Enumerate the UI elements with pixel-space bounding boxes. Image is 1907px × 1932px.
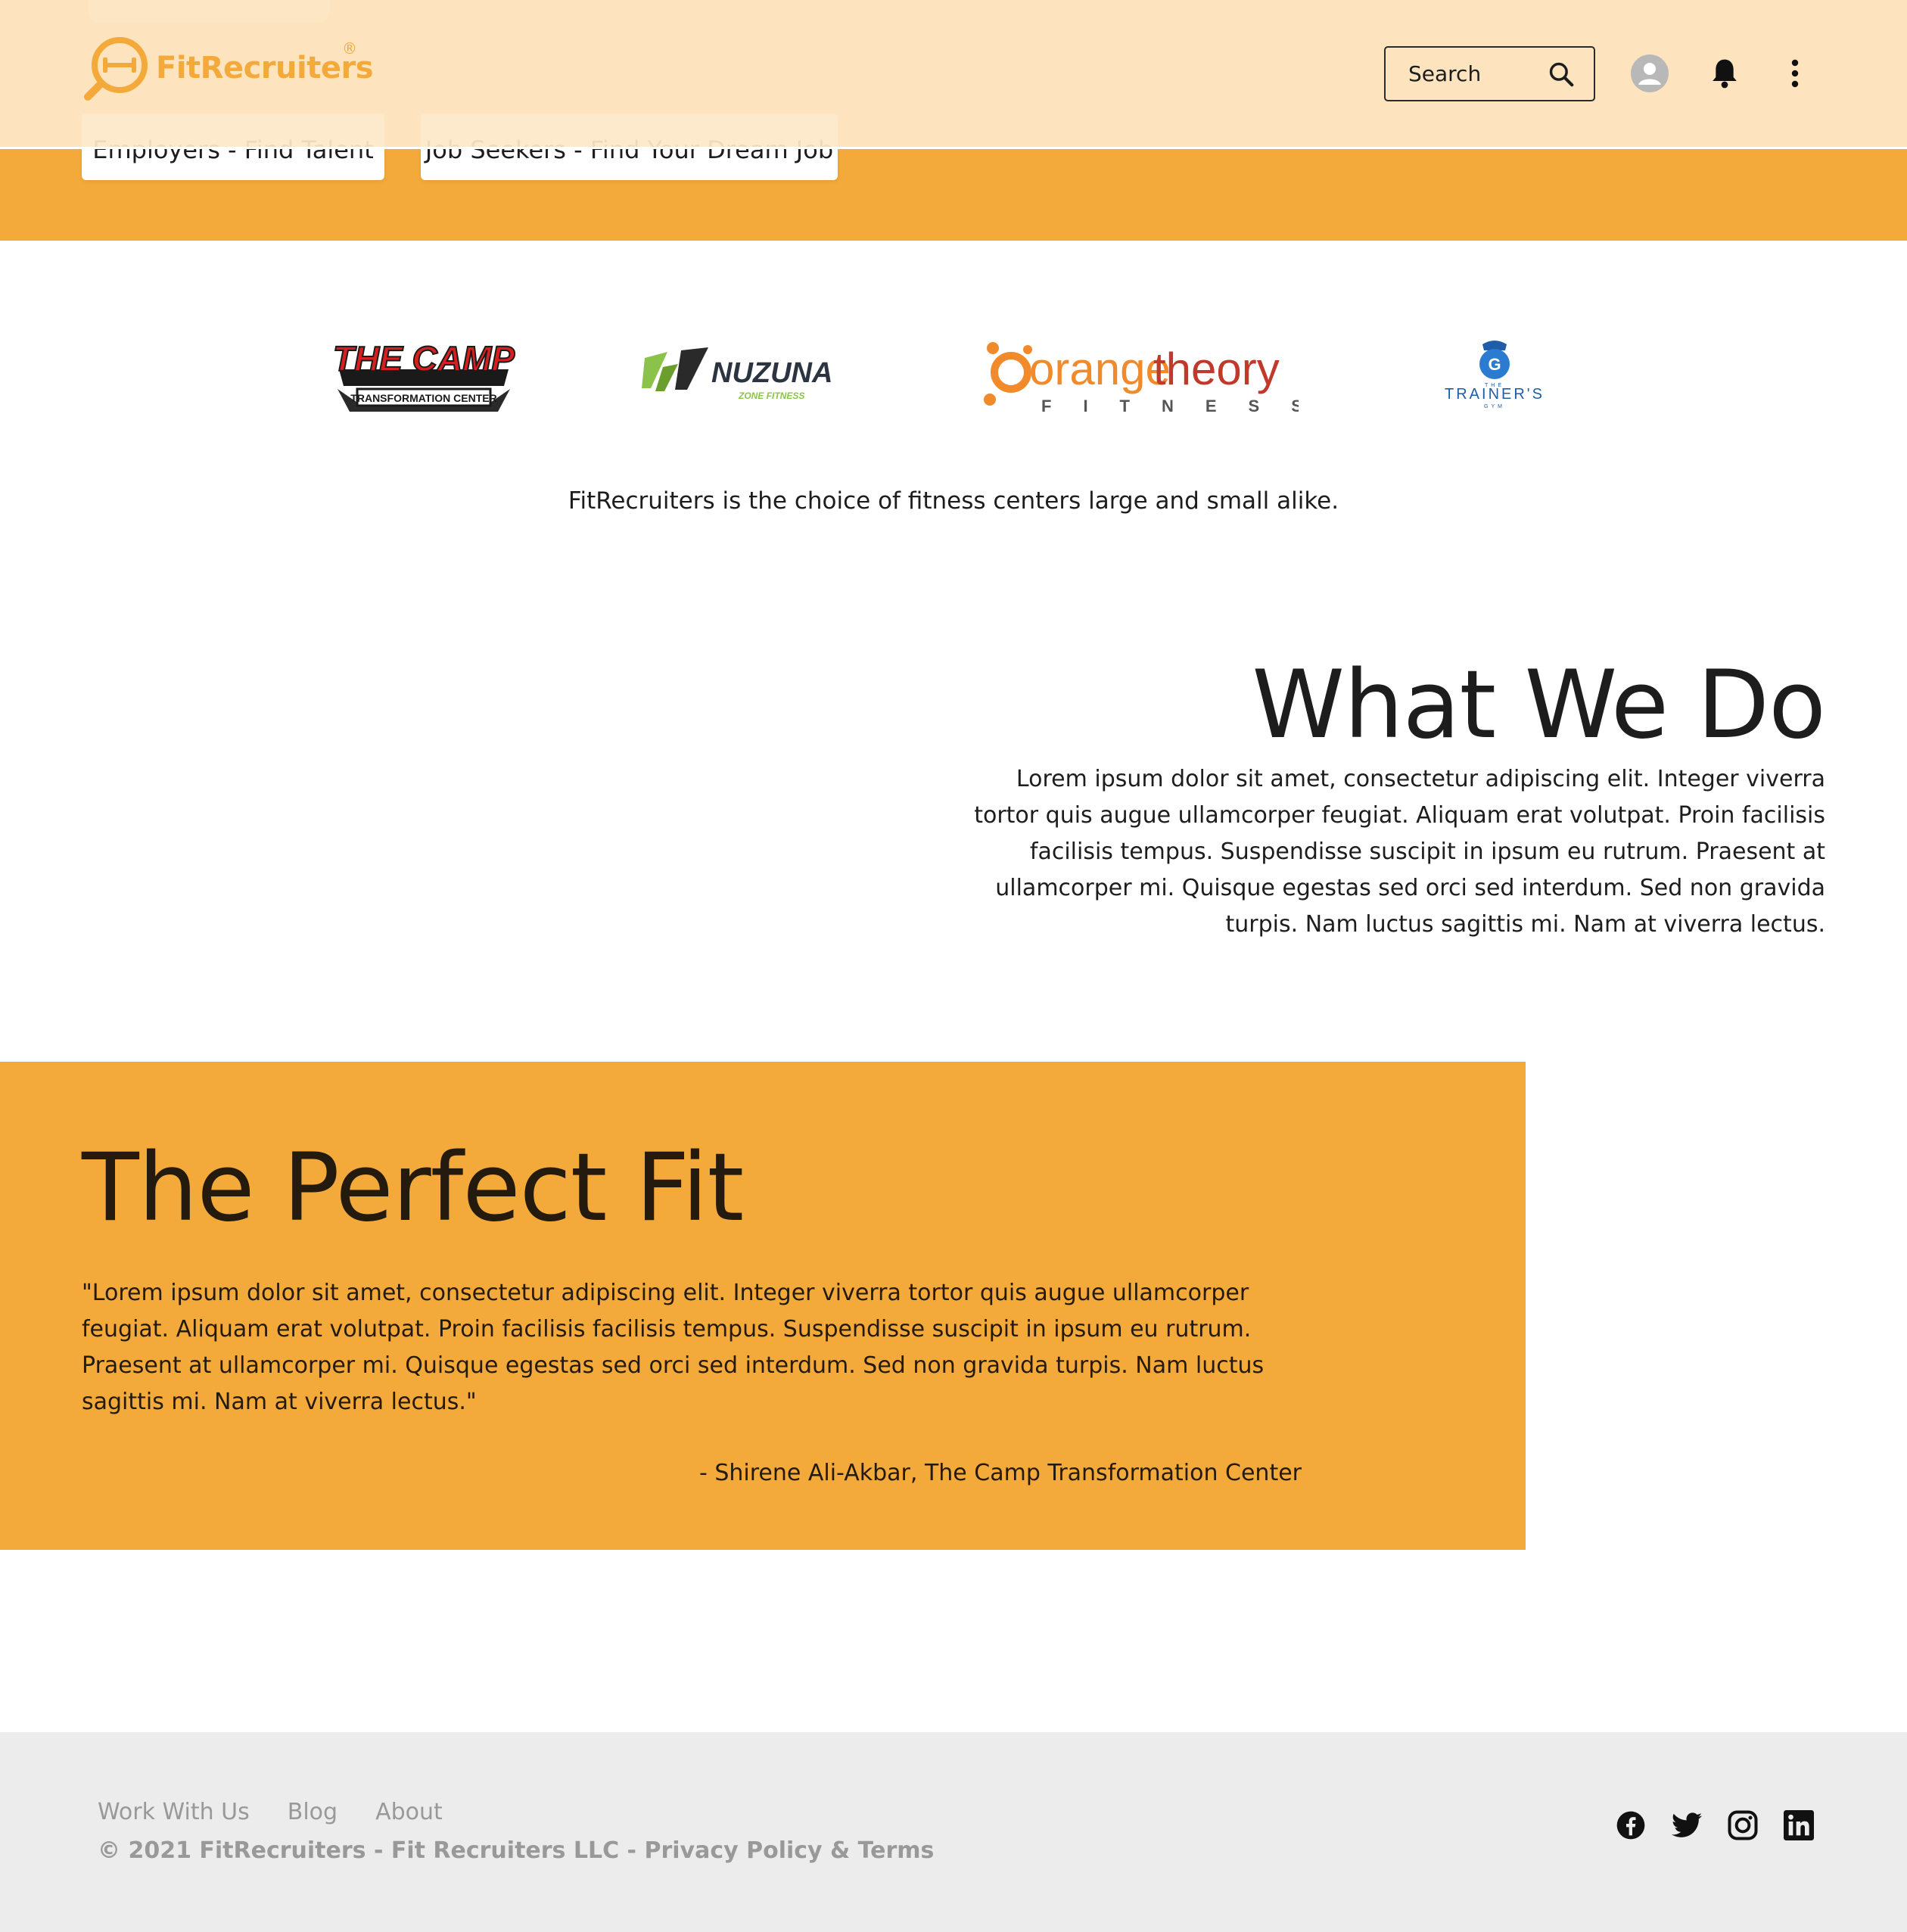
testimonial-section: The Perfect Fit "Lorem ipsum dolor sit a…: [0, 1062, 1526, 1550]
trainers-gym-logo: G THE TRAINER'S GYM: [1442, 325, 1548, 424]
copyright-text: © 2021 FitRecruiters - Fit Recruiters LL…: [98, 1837, 645, 1864]
partners-tagline: FitRecruiters is the choice of fitness c…: [568, 487, 1339, 515]
site-header: FitRecruiters ® Search: [0, 0, 1907, 149]
footer-link-work-with-us[interactable]: Work With Us: [98, 1799, 250, 1825]
the-camp-logo: THE CAMP TRANSFORMATION CENTER: [331, 325, 516, 424]
camp-logo-sub: TRANSFORMATION CENTER: [350, 392, 496, 404]
camp-logo-name: THE CAMP: [333, 339, 515, 378]
trainers-logo-sub: GYM: [1484, 404, 1505, 409]
trainers-logo-name: TRAINER'S: [1445, 386, 1545, 403]
terms-link[interactable]: Terms: [858, 1837, 935, 1864]
footer-link-about[interactable]: About: [375, 1799, 443, 1825]
svg-text:G: G: [1488, 355, 1501, 374]
nuzuna-logo-name: NUZUNA: [711, 357, 832, 389]
perfect-fit-title: The Perfect Fit: [82, 1134, 744, 1243]
linkedin-icon[interactable]: [1783, 1809, 1815, 1841]
privacy-policy-link[interactable]: Privacy Policy: [644, 1837, 822, 1864]
what-we-do-body: Lorem ipsum dolor sit amet, consectetur …: [974, 766, 1825, 938]
user-avatar-icon[interactable]: [1631, 54, 1669, 92]
footer-link-blog[interactable]: Blog: [288, 1799, 338, 1825]
facebook-icon[interactable]: [1615, 1809, 1647, 1841]
site-footer: Work With Us Blog About © 2021 FitRecrui…: [0, 1732, 1907, 1932]
orangetheory-logo-part1: orange: [1029, 344, 1171, 394]
footer-nav: Work With Us Blog About: [98, 1799, 443, 1825]
partner-logos: THE CAMP TRANSFORMATION CENTER NUZUNA ZO…: [0, 325, 1907, 424]
footer-copyright: © 2021 FitRecruiters - Fit Recruiters LL…: [98, 1837, 934, 1864]
more-vertical-icon[interactable]: [1780, 54, 1810, 92]
nuzuna-logo-sub: ZONE FITNESS: [738, 390, 804, 401]
orangetheory-logo-part2: theory: [1153, 344, 1280, 394]
social-links: [1615, 1809, 1815, 1841]
orangetheory-logo-sub: FITNESS: [1041, 397, 1299, 415]
orangetheory-logo: orange theory FITNESS: [981, 325, 1299, 424]
search-input[interactable]: Search: [1384, 46, 1595, 101]
search-icon: [1549, 62, 1574, 86]
instagram-icon[interactable]: [1727, 1809, 1759, 1841]
testimonial-quote: "Lorem ipsum dolor sit amet, consectetur…: [82, 1280, 1265, 1415]
testimonial-author: - Shirene Ali-Akbar, The Camp Transforma…: [698, 1460, 1302, 1486]
magnifier-dumbbell-logo-icon: [84, 37, 148, 101]
search-label: Search: [1408, 61, 1482, 86]
twitter-icon[interactable]: [1671, 1809, 1703, 1841]
brand-registered-mark: ®: [342, 39, 357, 58]
copyright-ampersand: &: [822, 1837, 858, 1864]
bell-icon[interactable]: [1708, 54, 1741, 92]
brand-logo[interactable]: FitRecruiters ®: [82, 33, 374, 103]
what-we-do-title: What We Do: [1252, 651, 1826, 760]
nuzuna-logo: NUZUNA ZONE FITNESS: [642, 325, 854, 424]
brand-name: FitRecruiters: [156, 51, 374, 86]
